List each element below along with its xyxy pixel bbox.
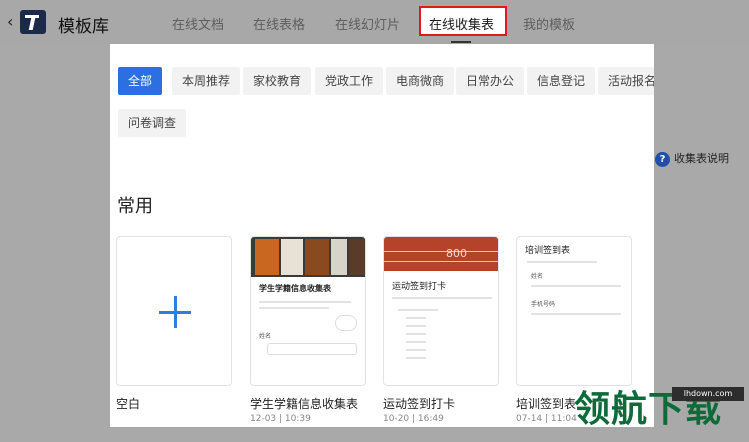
tab-online-doc[interactable]: 在线文档: [172, 14, 224, 33]
category-event[interactable]: 活动报名: [598, 67, 654, 95]
section-title: 常用: [117, 196, 153, 217]
track-banner-image: 800: [384, 237, 498, 271]
preview-option: [406, 325, 426, 327]
preview-field-label: 手机号码: [531, 301, 556, 308]
template-card-training-signin[interactable]: 培训签到表 姓名 手机号码: [516, 236, 632, 386]
template-name-training-signin[interactable]: 培训签到表: [516, 395, 576, 412]
tab-my-templates[interactable]: 我的模板: [523, 14, 575, 33]
template-card-student-info[interactable]: 学生学籍信息收集表 姓名: [250, 236, 366, 386]
preview-option: [406, 357, 426, 359]
preview-field-label: 姓名: [531, 273, 544, 280]
preview-option: [406, 349, 426, 351]
preview-option: [406, 317, 426, 319]
tab-active-indicator: [451, 41, 471, 43]
category-all[interactable]: 全部: [118, 67, 163, 95]
question-icon: ?: [655, 152, 670, 167]
form-help-link[interactable]: ? 收集表说明: [655, 150, 729, 167]
preview-text-line: [259, 301, 351, 303]
tab-online-sheet[interactable]: 在线表格: [253, 14, 305, 33]
preview-option: [406, 333, 426, 335]
preview-option: [398, 309, 438, 311]
watermark-site: lhdown.com: [672, 387, 744, 401]
track-number: 800: [446, 247, 467, 260]
preview-avatar: [335, 315, 357, 331]
template-date: 07-14 | 11:04: [516, 414, 577, 424]
preview-title: 运动签到打卡: [392, 282, 447, 292]
preview-input: [267, 343, 357, 355]
template-card-sports-checkin[interactable]: 800 运动签到打卡: [383, 236, 499, 386]
preview-text-line: [259, 307, 329, 309]
lockers-banner-image: [251, 237, 365, 277]
page-title: 模板库: [58, 17, 109, 37]
category-ecommerce[interactable]: 电商微商: [386, 67, 455, 95]
preview-option: [406, 341, 426, 343]
category-school[interactable]: 家校教育: [243, 67, 312, 95]
template-date: 12-03 | 10:39: [250, 414, 311, 424]
preview-title: 学生学籍信息收集表: [259, 284, 331, 293]
preview-text-line: [527, 261, 597, 263]
category-party[interactable]: 党政工作: [315, 67, 384, 95]
tab-online-form[interactable]: 在线收集表: [429, 14, 494, 33]
category-office[interactable]: 日常办公: [456, 67, 525, 95]
template-card-blank[interactable]: [116, 236, 232, 386]
plus-icon-vertical: [174, 296, 177, 328]
template-name-student-info[interactable]: 学生学籍信息收集表: [250, 395, 358, 412]
preview-input-line: [531, 285, 621, 287]
tab-online-slides[interactable]: 在线幻灯片: [335, 14, 400, 33]
category-survey[interactable]: 问卷调查: [118, 109, 187, 137]
template-name-sports-checkin[interactable]: 运动签到打卡: [383, 395, 455, 412]
top-bar: ‹ 模板库 在线文档 在线表格 在线幻灯片 在线收集表 我的模板: [0, 0, 749, 44]
template-date: 10-20 | 16:49: [383, 414, 444, 424]
help-label: 收集表说明: [674, 152, 729, 165]
preview-input-line: [531, 313, 621, 315]
preview-title: 培训签到表: [525, 246, 571, 256]
category-weekly[interactable]: 本周推荐: [172, 67, 241, 95]
template-panel: 全部 本周推荐 家校教育 党政工作 电商微商 日常办公 信息登记 活动报名 问卷…: [110, 44, 654, 427]
category-info[interactable]: 信息登记: [527, 67, 596, 95]
template-name-blank[interactable]: 空白: [116, 395, 140, 412]
app-logo-icon: [20, 10, 46, 34]
back-arrow-icon[interactable]: ‹: [7, 12, 13, 31]
preview-field-label: 姓名: [259, 333, 272, 340]
preview-divider: [392, 297, 492, 299]
